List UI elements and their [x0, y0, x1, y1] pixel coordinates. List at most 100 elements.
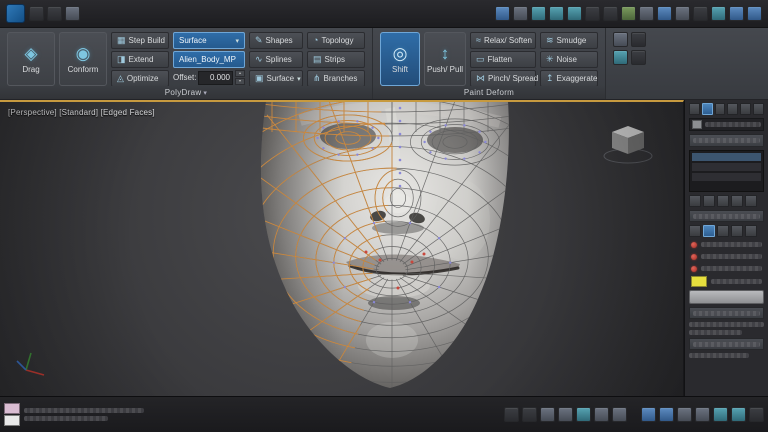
create-tab-icon[interactable] [689, 103, 700, 115]
next-frame-icon[interactable] [594, 407, 609, 422]
viewport-label[interactable]: [Perspective] [Standard] [Edged Faces] [8, 108, 155, 117]
set-key-icon[interactable] [504, 407, 519, 422]
smudge-button[interactable]: ≋ Smudge [540, 32, 598, 49]
option-row[interactable] [689, 252, 764, 261]
maximize-viewport-icon[interactable] [749, 407, 764, 422]
material-editor-icon[interactable] [711, 6, 726, 21]
play-icon[interactable] [576, 407, 591, 422]
spin-down-icon[interactable]: ▾ [235, 78, 245, 85]
view-cube[interactable] [604, 126, 652, 163]
zoom-all-icon[interactable] [659, 407, 674, 422]
select-region-icon[interactable] [513, 6, 528, 21]
listener-script-row[interactable] [4, 415, 20, 426]
option-row[interactable] [689, 264, 764, 273]
redo-icon[interactable] [47, 6, 62, 21]
extend-button[interactable]: ◨ Extend [111, 51, 169, 68]
pan-icon[interactable] [713, 407, 728, 422]
draw-on-dropdown[interactable]: Surface ▾ [173, 32, 245, 49]
splines-button[interactable]: ∿ Splines [249, 51, 303, 68]
utilities-tab-icon[interactable] [753, 103, 764, 115]
border-mode-icon[interactable] [717, 225, 729, 237]
maxscript-mini-listener[interactable] [4, 403, 20, 426]
angle-snap-icon[interactable] [603, 6, 618, 21]
drag-tool-button[interactable]: ◈ Drag [7, 32, 55, 86]
modifier-list-dropdown[interactable] [689, 134, 764, 147]
element-mode-icon[interactable] [745, 225, 757, 237]
curve-editor-icon[interactable] [675, 6, 690, 21]
go-to-start-icon[interactable] [540, 407, 555, 422]
zoom-icon[interactable] [641, 407, 656, 422]
exaggerate-button[interactable]: ↥ Exaggerate [540, 70, 598, 87]
pin-stack-icon[interactable] [689, 195, 701, 207]
strips-button[interactable]: ▤ Strips [307, 51, 365, 68]
mirror-icon[interactable] [621, 6, 636, 21]
color-swatch-row[interactable] [689, 276, 764, 287]
auto-key-icon[interactable] [522, 407, 537, 422]
noise-button[interactable]: ✳ Noise [540, 51, 598, 68]
remove-modifier-icon[interactable] [731, 195, 743, 207]
stack-item[interactable] [692, 163, 761, 171]
wide-action-button[interactable] [689, 290, 764, 304]
zoom-extents-icon[interactable] [677, 407, 692, 422]
offset-spinner[interactable]: Offset: 0.000 ▴ ▾ [173, 70, 245, 85]
modify-tab-icon[interactable] [702, 103, 713, 115]
orbit-icon[interactable] [731, 407, 746, 422]
hierarchy-tab-icon[interactable] [715, 103, 726, 115]
optimize-button[interactable]: ◬ Optimize [111, 70, 169, 87]
branches-button[interactable]: ⋔ Branches [307, 70, 365, 87]
offset-value[interactable]: 0.000 [198, 71, 233, 85]
listener-macro-row[interactable] [4, 403, 20, 414]
undo-icon[interactable] [29, 6, 44, 21]
viewport-canvas[interactable] [0, 102, 684, 394]
polydraw-panel-caption[interactable]: PolyDraw▾ [0, 86, 372, 99]
schematic-view-icon[interactable] [693, 6, 708, 21]
paint-deform-panel-caption[interactable]: Paint Deform [373, 86, 605, 99]
layer-manager-icon[interactable] [657, 6, 672, 21]
vertex-mode-icon[interactable] [689, 225, 701, 237]
modifier-stack-list[interactable] [689, 150, 764, 192]
conform-tool-button[interactable]: ◉ Conform [59, 32, 107, 86]
option-row[interactable] [689, 240, 764, 249]
make-unique-icon[interactable] [717, 195, 729, 207]
spinner-arrows[interactable]: ▴ ▾ [235, 70, 245, 85]
relax-soften-button[interactable]: ≈ Relax/ Soften [470, 32, 536, 49]
flatten-button[interactable]: ▭ Flatten [470, 51, 536, 68]
polygon-mode-icon[interactable] [731, 225, 743, 237]
save-icon[interactable] [65, 6, 80, 21]
object-color-chip[interactable] [692, 120, 702, 129]
render-icon[interactable] [747, 6, 762, 21]
show-end-result-icon[interactable] [703, 195, 715, 207]
rollout-header[interactable] [689, 338, 764, 350]
surface-button[interactable]: ▣ Surface ▾ [249, 70, 303, 87]
stack-item-selected[interactable] [692, 153, 761, 161]
render-setup-icon[interactable] [729, 6, 744, 21]
field-of-view-icon[interactable] [695, 407, 710, 422]
edge-mode-icon[interactable] [703, 225, 715, 237]
stack-item[interactable] [692, 173, 761, 181]
snap-icon[interactable] [585, 6, 600, 21]
move-icon[interactable] [531, 6, 546, 21]
step-build-button[interactable]: ▦ Step Build [111, 32, 169, 49]
rollout-header[interactable] [689, 210, 764, 222]
cancel-icon[interactable] [631, 50, 646, 65]
rollout-header[interactable] [689, 307, 764, 319]
yellow-color-swatch[interactable] [691, 276, 707, 287]
prev-frame-icon[interactable] [558, 407, 573, 422]
shift-tool-button[interactable]: ◎ Shift [380, 32, 420, 86]
spin-up-icon[interactable]: ▴ [235, 70, 245, 77]
rotate-icon[interactable] [549, 6, 564, 21]
pinch-spread-button[interactable]: ⋈ Pinch/ Spread [470, 70, 536, 87]
object-name-field[interactable] [689, 118, 764, 131]
go-to-end-icon[interactable] [612, 407, 627, 422]
perspective-viewport[interactable]: [Perspective] [Standard] [Edged Faces] [0, 100, 684, 396]
app-logo-icon[interactable] [6, 4, 25, 23]
shapes-button[interactable]: ✎ Shapes [249, 32, 303, 49]
select-icon[interactable] [495, 6, 510, 21]
pick-object-button[interactable]: Alien_Body_MP [173, 51, 245, 68]
align-icon[interactable] [639, 6, 654, 21]
push-pull-tool-button[interactable]: ↕ Push/ Pull [424, 32, 466, 86]
configure-sets-icon[interactable] [745, 195, 757, 207]
scale-icon[interactable] [567, 6, 582, 21]
options-icon[interactable] [631, 32, 646, 47]
commit-icon[interactable] [613, 50, 628, 65]
